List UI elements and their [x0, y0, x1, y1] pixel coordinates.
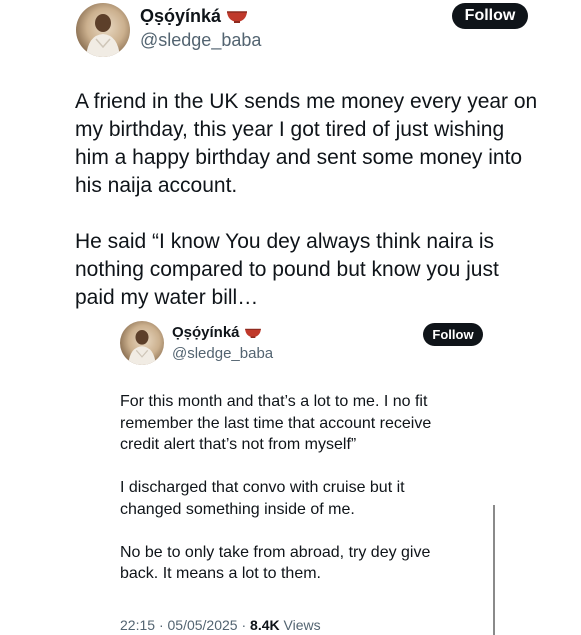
profile-photo-icon [86, 14, 120, 57]
reply-paragraph: For this month and that’s a lot to me. I… [120, 393, 432, 453]
views-count: 8.4K [250, 617, 280, 633]
reply-author-handle[interactable]: @sledge_baba [172, 345, 273, 362]
meta-separator: · [241, 617, 247, 633]
author-avatar[interactable] [76, 3, 130, 57]
tweet-body: A friend in the UK sends me money every … [75, 88, 565, 312]
bowl-emoji-icon [244, 325, 262, 342]
profile-photo-icon [128, 329, 156, 365]
reply-body: For this month and that’s a lot to me. I… [120, 391, 480, 585]
reply-author-avatar[interactable] [120, 321, 164, 365]
reply-time[interactable]: 22:15 [120, 617, 155, 633]
reply-follow-button[interactable]: Follow [423, 323, 483, 346]
reply-date[interactable]: 05/05/2025 [168, 617, 238, 633]
reply-paragraph: I discharged that convo with cruise but … [120, 479, 405, 518]
views-label: Views [283, 617, 321, 633]
meta-separator: · [158, 617, 164, 633]
bowl-emoji-icon [226, 7, 248, 28]
reply-author-name-row: Ọṣọ́yínká [172, 324, 262, 342]
reply-meta: 22:15 · 05/05/2025 · 8.4K Views [120, 617, 321, 633]
author-name-row: Ọṣọ́yínká [140, 6, 248, 28]
author-handle[interactable]: @sledge_baba [140, 30, 261, 51]
author-name[interactable]: Ọṣọ́yínká [140, 6, 221, 26]
tweet-paragraph: A friend in the UK sends me money every … [75, 90, 538, 197]
tweet-paragraph: He said “I know You dey always think nai… [75, 230, 499, 309]
reply-author-name[interactable]: Ọṣọ́yínká [172, 324, 240, 341]
follow-button[interactable]: Follow [452, 3, 528, 29]
reply-paragraph: No be to only take from abroad, try dey … [120, 543, 431, 583]
scrollbar-track[interactable] [493, 505, 495, 635]
